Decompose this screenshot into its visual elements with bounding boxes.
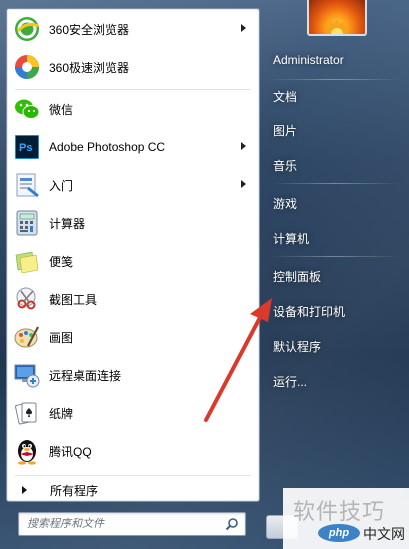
program-label: Adobe Photoshop CC xyxy=(49,140,166,154)
program-label: 微信 xyxy=(49,102,74,117)
menu-documents[interactable]: 文档 xyxy=(266,84,404,108)
program-qq[interactable]: 腾讯QQ xyxy=(7,433,257,469)
menu-pictures[interactable]: 图片 xyxy=(266,118,404,142)
watermark: 软件技巧 php 中文网 xyxy=(283,488,409,549)
watermark-title: 软件技巧 xyxy=(293,500,386,525)
menu-control-panel[interactable]: 控制面板 xyxy=(266,264,404,288)
search-input[interactable] xyxy=(25,515,219,533)
search-box[interactable] xyxy=(18,512,246,536)
program-getting-started[interactable]: 入门 xyxy=(7,167,257,203)
submenu-arrow-icon[interactable] xyxy=(241,180,246,188)
getting-started-icon xyxy=(13,171,41,199)
program-label: 便笺 xyxy=(49,254,74,269)
program-sticky-notes[interactable]: 便笺 xyxy=(7,243,257,279)
menu-run[interactable]: 运行... xyxy=(266,369,404,393)
calculator-icon xyxy=(13,209,41,237)
menu-default-programs[interactable]: 默认程序 xyxy=(266,334,404,358)
menu-music[interactable]: 音乐 xyxy=(266,153,404,177)
program-label: 360极速浏览器 xyxy=(49,60,130,75)
menu-computer[interactable]: 计算机 xyxy=(266,226,404,250)
right-separator xyxy=(270,183,400,184)
program-photoshop[interactable]: Ps Adobe Photoshop CC xyxy=(7,129,257,165)
photoshop-icon: Ps xyxy=(13,133,41,161)
program-calculator[interactable]: 计算器 xyxy=(7,205,257,241)
snipping-tool-icon xyxy=(13,285,41,313)
program-360-extreme-browser[interactable]: 360极速浏览器 xyxy=(7,49,257,85)
sticky-notes-icon xyxy=(13,247,41,275)
program-label: 截图工具 xyxy=(49,292,98,307)
right-separator xyxy=(270,256,400,257)
right-separator xyxy=(270,79,400,80)
all-programs-separator xyxy=(15,475,251,476)
program-label: 360安全浏览器 xyxy=(49,22,130,37)
program-360-secure-browser[interactable]: 360安全浏览器 xyxy=(7,11,257,47)
all-programs-label: 所有程序 xyxy=(50,483,99,498)
menu-games[interactable]: 游戏 xyxy=(266,191,404,215)
submenu-arrow-icon[interactable] xyxy=(241,24,246,32)
menu-devices-printers[interactable]: 设备和打印机 xyxy=(266,299,404,323)
program-label: 腾讯QQ xyxy=(49,444,92,459)
remote-desktop-icon xyxy=(13,361,41,389)
watermark-site: 中文网 xyxy=(363,527,405,543)
expand-arrow-icon xyxy=(22,486,27,494)
solitaire-icon xyxy=(13,399,41,427)
programs-pane: 360安全浏览器 360极速浏览器 微信 Ps Adobe Photoshop … xyxy=(6,8,260,502)
program-label: 计算器 xyxy=(49,216,86,231)
pinned-separator xyxy=(15,89,251,90)
all-programs-button[interactable]: 所有程序 xyxy=(7,479,257,501)
search-icon[interactable] xyxy=(225,516,239,535)
wechat-icon xyxy=(13,95,41,123)
program-wechat[interactable]: 微信 xyxy=(7,91,257,127)
360-extreme-browser-icon xyxy=(13,53,41,81)
program-label: 纸牌 xyxy=(49,406,74,421)
svg-text:Ps: Ps xyxy=(19,142,32,154)
user-name-link[interactable]: Administrator xyxy=(266,48,404,72)
annotation-arrow-icon xyxy=(204,298,272,422)
program-label: 入门 xyxy=(49,178,74,193)
submenu-arrow-icon[interactable] xyxy=(241,142,246,150)
watermark-logo: php xyxy=(318,524,360,542)
qq-penguin-icon xyxy=(13,437,41,465)
paint-icon xyxy=(13,323,41,351)
program-label: 画图 xyxy=(49,330,74,345)
360-secure-browser-icon xyxy=(13,15,41,43)
program-label: 远程桌面连接 xyxy=(49,368,122,383)
user-avatar[interactable] xyxy=(307,0,367,36)
